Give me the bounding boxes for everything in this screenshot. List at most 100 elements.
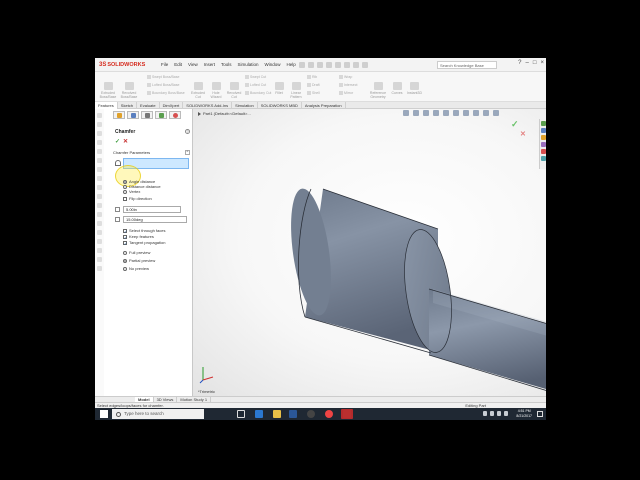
menu-simulation[interactable]: Simulation [238, 62, 259, 67]
menu-insert[interactable]: Insert [204, 62, 215, 67]
radio-no-preview[interactable]: No preview [123, 266, 149, 271]
configuration-manager-tab-icon[interactable] [141, 111, 153, 119]
strip-icon[interactable] [97, 212, 102, 217]
rebuild-icon[interactable] [352, 61, 359, 68]
angle-field[interactable]: 15.00deg [123, 216, 187, 223]
distance-field[interactable]: 5.00in [123, 206, 181, 213]
word-icon[interactable] [289, 410, 297, 418]
save-icon[interactable] [316, 61, 323, 68]
radio-partial-preview[interactable]: Partial preview [123, 258, 155, 263]
strip-icon[interactable] [97, 221, 102, 226]
options-icon[interactable] [361, 61, 368, 68]
flip-direction-checkbox[interactable]: Flip direction [123, 196, 152, 201]
boundary-cut-button[interactable]: Boundary Cut [245, 91, 271, 96]
strip-icon[interactable] [97, 230, 102, 235]
strip-icon[interactable] [97, 122, 102, 127]
radio-vertex[interactable]: Vertex [123, 189, 140, 194]
strip-icon[interactable] [97, 149, 102, 154]
mirror-button[interactable]: Mirror [339, 91, 353, 96]
menu-file[interactable]: File [161, 62, 168, 67]
swept-boss-button[interactable]: Swept Boss/Base [147, 75, 179, 80]
lofted-boss-button[interactable]: Lofted Boss/Base [147, 83, 179, 88]
swept-cut-button[interactable]: Swept Cut [245, 75, 266, 80]
strip-icon[interactable] [97, 131, 102, 136]
network-icon[interactable] [490, 411, 494, 416]
undo-icon[interactable] [334, 61, 341, 68]
linear-pattern-button[interactable]: Linear Pattern [287, 82, 305, 99]
battery-icon[interactable] [504, 411, 508, 416]
menu-help[interactable]: Help [287, 62, 296, 67]
strip-icon[interactable] [97, 176, 102, 181]
tab-features[interactable]: Features [95, 102, 118, 109]
instant3d-button[interactable]: Instant3D [407, 82, 422, 95]
help-icon[interactable]: ? [185, 129, 190, 134]
design-library-icon[interactable] [541, 128, 546, 133]
lofted-cut-button[interactable]: Lofted Cut [245, 83, 266, 88]
print-icon[interactable] [325, 61, 332, 68]
feature-manager-tab-icon[interactable] [113, 111, 125, 119]
strip-icon[interactable] [97, 239, 102, 244]
rib-button[interactable]: Rib [307, 75, 317, 80]
tab-evaluate[interactable]: Evaluate [137, 102, 160, 109]
strip-icon[interactable] [97, 194, 102, 199]
tab-analysis-preparation[interactable]: Analysis Preparation [302, 102, 346, 109]
file-explorer-taskbar-icon[interactable] [273, 410, 281, 418]
select-icon[interactable] [343, 61, 350, 68]
maximize-button[interactable]: □ [533, 60, 537, 66]
new-file-icon[interactable] [298, 61, 305, 68]
clock[interactable]: 4:51 PM 8/21/2017 [516, 409, 532, 419]
windows-start-icon[interactable] [100, 410, 108, 418]
select-through-faces-checkbox[interactable]: ✓ Select through faces [123, 228, 165, 233]
draft-button[interactable]: Draft [307, 83, 320, 88]
dimxpert-manager-tab-icon[interactable] [155, 111, 167, 119]
fillet-button[interactable]: Fillet [273, 82, 285, 95]
revolved-cut-button[interactable]: Revolved Cut [225, 82, 243, 99]
minimize-button[interactable]: – [526, 60, 529, 66]
menu-window[interactable]: Window [265, 62, 281, 67]
menu-view[interactable]: View [188, 62, 198, 67]
strip-icon[interactable] [97, 185, 102, 190]
action-center-icon[interactable] [537, 411, 543, 417]
media-player-icon[interactable] [307, 410, 315, 418]
hole-wizard-button[interactable]: Hole Wizard [208, 82, 224, 99]
view-palette-icon[interactable] [541, 142, 546, 147]
edge-browser-icon[interactable] [255, 410, 263, 418]
custom-properties-icon[interactable] [541, 156, 546, 161]
reference-geometry-button[interactable]: Reference Geometry [367, 82, 389, 99]
open-file-icon[interactable] [307, 61, 314, 68]
tangent-propagation-checkbox[interactable]: ✓ Tangent propagation [123, 240, 165, 245]
menu-tools[interactable]: Tools [221, 62, 232, 67]
strip-icon[interactable] [97, 140, 102, 145]
strip-icon[interactable] [97, 113, 102, 118]
wrap-button[interactable]: Wrap [339, 75, 352, 80]
close-button[interactable]: × [540, 60, 544, 66]
appearances-icon[interactable] [541, 149, 546, 154]
graphics-area[interactable]: Part1 (Default<<Default>... ✓ ✕ *Trimetr… [193, 109, 546, 396]
strip-icon[interactable] [97, 248, 102, 253]
intersect-button[interactable]: Intersect [339, 83, 357, 88]
solidworks-logo[interactable]: 3S SOLIDWORKS [99, 62, 151, 68]
radio-full-preview[interactable]: Full preview [123, 250, 150, 255]
strip-icon[interactable] [97, 266, 102, 271]
extruded-cut-button[interactable]: Extruded Cut [189, 82, 207, 99]
shaft-part-model[interactable] [193, 109, 546, 396]
task-view-icon[interactable] [237, 410, 245, 418]
revolved-boss-button[interactable]: Revolved Boss/Base [119, 82, 139, 99]
tab-sketch[interactable]: Sketch [118, 102, 138, 109]
curves-button[interactable]: Curves [391, 82, 403, 95]
menu-edit[interactable]: Edit [174, 62, 182, 67]
chrome-icon[interactable] [325, 410, 333, 418]
taskbar-search-input[interactable]: Type here to search [112, 409, 204, 419]
people-icon[interactable] [483, 411, 487, 416]
strip-icon[interactable] [97, 203, 102, 208]
ok-button[interactable]: ✓ [115, 138, 120, 145]
boundary-boss-button[interactable]: Boundary Boss/Base [147, 91, 185, 96]
search-knowledge-base-input[interactable]: Search Knowledge Base [437, 61, 497, 69]
tab-addins[interactable]: SOLIDWORKS Add-Ins [183, 102, 233, 109]
collapse-icon[interactable]: ^ [185, 150, 190, 155]
help-button[interactable]: ? [518, 60, 521, 66]
solidworks-resources-icon[interactable] [541, 121, 546, 126]
tab-dimxpert[interactable]: DimXpert [160, 102, 184, 109]
shell-button[interactable]: Shell [307, 91, 320, 96]
file-explorer-icon[interactable] [541, 135, 546, 140]
